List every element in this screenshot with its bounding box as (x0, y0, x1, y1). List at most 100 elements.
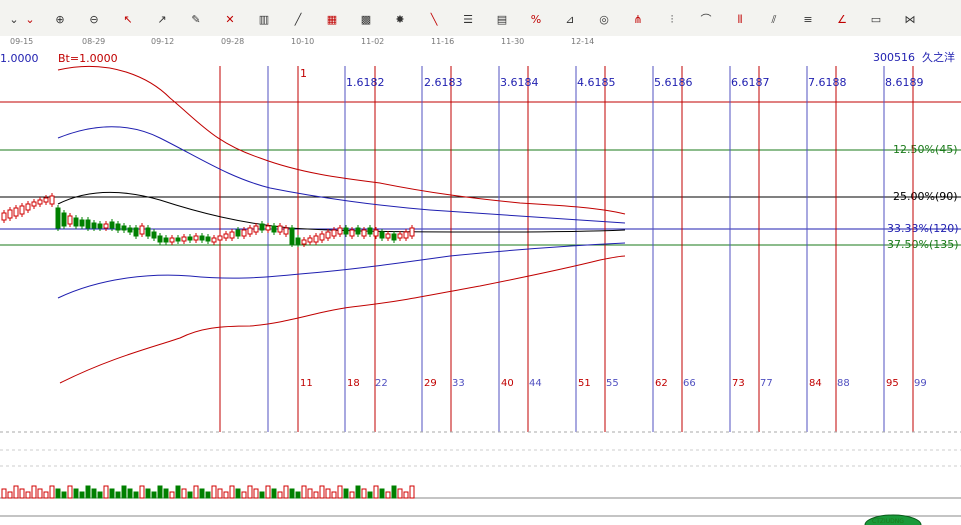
candle-body (187, 236, 193, 241)
bt-label: Bt=1.0000 (58, 52, 118, 65)
volume-bar (265, 485, 271, 499)
candle-body (409, 227, 415, 237)
candle-body (139, 225, 145, 235)
time-zone-icon[interactable]: ⦀ (732, 12, 748, 28)
angle-icon[interactable]: ∠ (834, 12, 850, 28)
candle-body (247, 227, 253, 235)
zoom-out-icon[interactable]: ⊖ (86, 12, 102, 28)
cycle-label: 77 (760, 378, 773, 389)
candle-body (103, 223, 109, 229)
percent-label: 12.50%(45) (893, 143, 958, 156)
date-tick: 09-28 (221, 37, 245, 46)
box-icon[interactable]: ▭ (868, 12, 884, 28)
candle-body (337, 227, 343, 235)
volume-bar (241, 491, 247, 499)
bar-chart-icon[interactable]: ▥ (256, 12, 272, 28)
volume-bar (67, 485, 73, 499)
volume-bar (181, 488, 187, 499)
candle-body (223, 233, 229, 239)
candle-body (97, 223, 103, 229)
fib-label: 1.6182 (346, 76, 385, 89)
volume-bar (79, 491, 85, 499)
candle-body (301, 239, 307, 245)
fib-label: 2.6183 (424, 76, 463, 89)
volume-bar (325, 488, 331, 499)
lines-icon[interactable]: ≡ (800, 12, 816, 28)
candle-body (49, 195, 55, 205)
candle-body (355, 227, 361, 235)
toolbar: ⌄ ⌄ ⊕ ⊖ ↖ ↗ ✎ ✕ ▥ ╱ ▦ ▩ ✸ ╲ ☰ ▤% ⊿ ◎ ⋔ ⫶ ⌒ ⦀ ⫽ ≡ ∠ ▭ ⋈ (0, 0, 961, 37)
candle-body (145, 227, 151, 237)
candle-body (313, 235, 319, 243)
fan-icon[interactable]: ⋔ (630, 12, 646, 28)
chart-canvas[interactable]: 1.0000 Bt=1.0000 300516 久之洋 12.50%(45) 2… (0, 48, 961, 525)
line-tool-icon[interactable]: ╱ (290, 12, 306, 28)
volume-bar (211, 485, 217, 499)
candle-body (199, 235, 205, 241)
arc-icon[interactable]: ⌒ (698, 12, 714, 28)
candle-body (271, 225, 277, 233)
candle-body (217, 235, 223, 241)
cursor-icon[interactable]: ↗ (154, 12, 170, 28)
candle-body (157, 235, 163, 243)
volume-bar (55, 488, 61, 499)
volume-bar (319, 485, 325, 499)
trend-line-icon[interactable]: ╲ (426, 12, 442, 28)
fib-label: 4.6185 (577, 76, 616, 89)
volume-bar (1, 488, 7, 499)
candle-body (241, 229, 247, 237)
grid-icon[interactable]: ▩ (358, 12, 374, 28)
volume-bar (7, 491, 13, 499)
fib-label: 7.6188 (808, 76, 847, 89)
cursor-icon[interactable]: ↖ (120, 12, 136, 28)
cycle-label: 44 (529, 378, 542, 389)
fib-label: 5.6186 (654, 76, 693, 89)
volume-bar (397, 488, 403, 499)
stock-name: 久之洋 (922, 50, 955, 64)
cycle-label: 66 (683, 378, 696, 389)
volume-bar (343, 488, 349, 499)
candle-body (25, 203, 31, 211)
box-tool-icon[interactable]: ▦ (324, 12, 340, 28)
volume-bar (379, 488, 385, 499)
zoom-in-icon[interactable]: ⊕ (52, 12, 68, 28)
cross-icon[interactable]: ✕ (222, 12, 238, 28)
volume-bar (157, 485, 163, 499)
percent-icon[interactable]: % (528, 12, 544, 28)
volume-bar (151, 491, 157, 499)
volume-bar (403, 491, 409, 499)
cycle-label: 73 (732, 378, 745, 389)
brush-icon[interactable]: ✎ (188, 12, 204, 28)
candle-body (391, 233, 397, 241)
volume-bar (295, 491, 301, 499)
arrow-down-icon[interactable]: ⌄ (22, 12, 38, 28)
volume-bar (313, 491, 319, 499)
arrow-down-icon[interactable]: ⌄ (6, 12, 22, 28)
speed-line-icon[interactable]: ⫽ (766, 12, 782, 28)
candle-body (73, 217, 79, 227)
fib-label: 3.6184 (500, 76, 539, 89)
candle-icon[interactable]: ▤ (494, 12, 510, 28)
volume-bar (307, 488, 313, 499)
cycle-label: 29 (424, 378, 437, 389)
cycle-label: 22 (375, 378, 388, 389)
circle-icon[interactable]: ◎ (596, 12, 612, 28)
cycle-labels: 11 18 22 29 33 40 44 51 55 62 66 73 77 84 88 95 99 (300, 378, 927, 389)
candle-body (205, 236, 211, 242)
volume-bar (73, 488, 79, 499)
candle-body (265, 225, 271, 231)
candle-body (211, 237, 217, 243)
volume-bar (409, 485, 415, 499)
fib-icon[interactable]: ⫶ (664, 12, 680, 28)
volume-bar (127, 488, 133, 499)
gann-icon[interactable]: ✸ (392, 12, 408, 28)
volume-bar (163, 488, 169, 499)
volume-bar (115, 491, 121, 499)
volume-bar (133, 491, 139, 499)
volume-bar (97, 491, 103, 499)
fan2-icon[interactable]: ⋈ (902, 12, 918, 28)
channel-icon[interactable]: ☰ (460, 12, 476, 28)
candle-body (79, 219, 85, 227)
cycle-label: 33 (452, 378, 465, 389)
ruler-icon[interactable]: ⊿ (562, 12, 578, 28)
